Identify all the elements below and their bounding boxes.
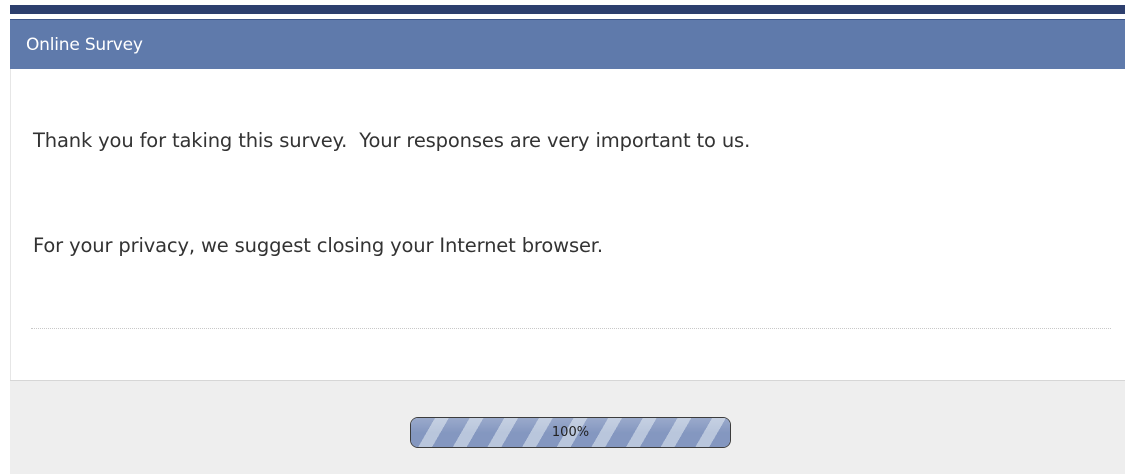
survey-page: Online Survey Thank you for taking this … [0, 0, 1125, 474]
progress-bar: 100% [410, 417, 731, 448]
top-strip [0, 0, 1125, 19]
survey-footer: 100% [10, 380, 1125, 474]
thank-you-message: Thank you for taking this survey. Your r… [33, 129, 751, 152]
content-divider [31, 328, 1111, 329]
privacy-message: For your privacy, we suggest closing you… [33, 234, 603, 257]
content-left-border [10, 69, 11, 381]
survey-content: Thank you for taking this survey. Your r… [10, 69, 1125, 381]
progress-label: 100% [551, 425, 590, 440]
page-title: Online Survey [26, 35, 143, 55]
top-accent-bar [10, 5, 1125, 14]
survey-header: Online Survey [10, 19, 1125, 69]
